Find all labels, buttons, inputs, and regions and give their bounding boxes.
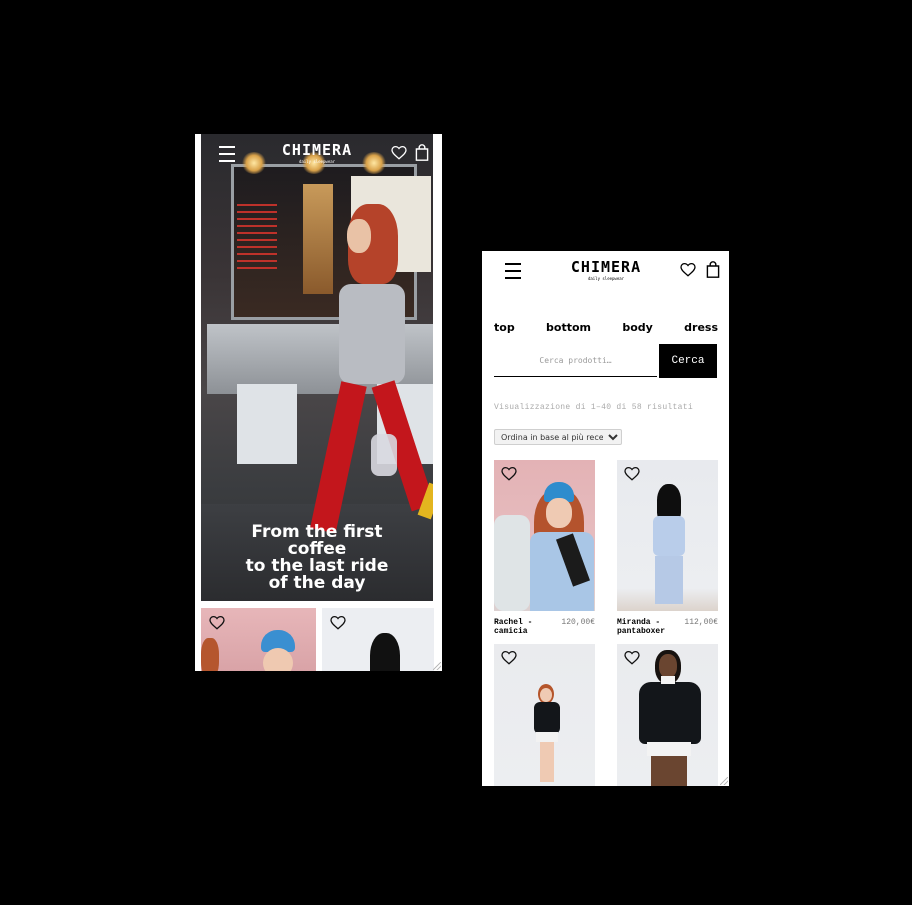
hero-caption-line: of the day [268,573,366,593]
wishlist-heart-icon[interactable] [209,615,225,635]
right-header: CHIMERA daily sleepwear [482,251,729,291]
category-link-dress[interactable]: dress [684,321,718,334]
shopping-bag-icon[interactable] [415,144,429,166]
category-link-body[interactable]: body [622,321,652,334]
search-button[interactable]: Cerca [659,344,717,378]
wishlist-heart-icon[interactable] [624,466,640,486]
product-image[interactable] [617,644,718,786]
product-card[interactable]: Rachel - camicia 120,00€ [494,460,595,636]
product-meta: Rachel - camicia 120,00€ [494,618,595,636]
resize-handle[interactable] [720,777,728,785]
logo-tagline: daily sleepwear [298,159,336,164]
shopping-bag-icon[interactable] [706,261,720,283]
product-image[interactable] [494,644,595,786]
category-nav: top bottom body dress [494,321,718,334]
logo-text: CHIMERA [570,258,642,276]
left-header: CHIMERA daily sleepwear [201,134,433,174]
product-price: 112,00€ [684,618,718,627]
logo-text: CHIMERA [281,141,353,159]
product-name[interactable]: Rachel - camicia [494,618,550,636]
product-card[interactable] [322,608,434,671]
sort-select[interactable]: Ordina in base al più recente [494,429,622,445]
product-price: 120,00€ [561,618,595,627]
hamburger-menu-icon[interactable] [505,263,521,284]
product-image[interactable] [617,460,718,611]
product-card[interactable] [201,608,316,671]
search-input[interactable] [494,344,657,377]
product-card[interactable] [494,644,595,786]
category-link-bottom[interactable]: bottom [546,321,591,334]
category-link-top[interactable]: top [494,321,515,334]
product-image[interactable] [494,460,595,611]
right-phone-screen: CHIMERA daily sleepwear top bottom body … [482,251,729,786]
wishlist-heart-icon[interactable] [330,615,346,635]
wishlist-heart-icon[interactable] [680,262,696,282]
wishlist-heart-icon[interactable] [391,145,407,165]
product-name[interactable]: Miranda - pantaboxer [617,618,673,636]
product-meta: Miranda - pantaboxer 112,00€ [617,618,718,636]
product-card[interactable] [617,644,718,786]
resize-handle[interactable] [433,662,441,670]
logo-tagline: daily sleepwear [587,276,625,281]
left-phone-screen: CHIMERA daily sleepwear From the first c… [195,134,442,671]
logo[interactable]: CHIMERA daily sleepwear [560,258,652,281]
logo[interactable]: CHIMERA daily sleepwear [271,141,363,164]
hamburger-menu-icon[interactable] [219,146,235,167]
search-form: Cerca [494,344,717,378]
result-count: Visualizzazione di 1–40 di 58 risultati [494,403,693,412]
hero-caption: From the first coffee to the last ride o… [201,524,433,592]
product-card[interactable]: Miranda - pantaboxer 112,00€ [617,460,718,636]
wishlist-heart-icon[interactable] [624,650,640,670]
wishlist-heart-icon[interactable] [501,650,517,670]
wishlist-heart-icon[interactable] [501,466,517,486]
